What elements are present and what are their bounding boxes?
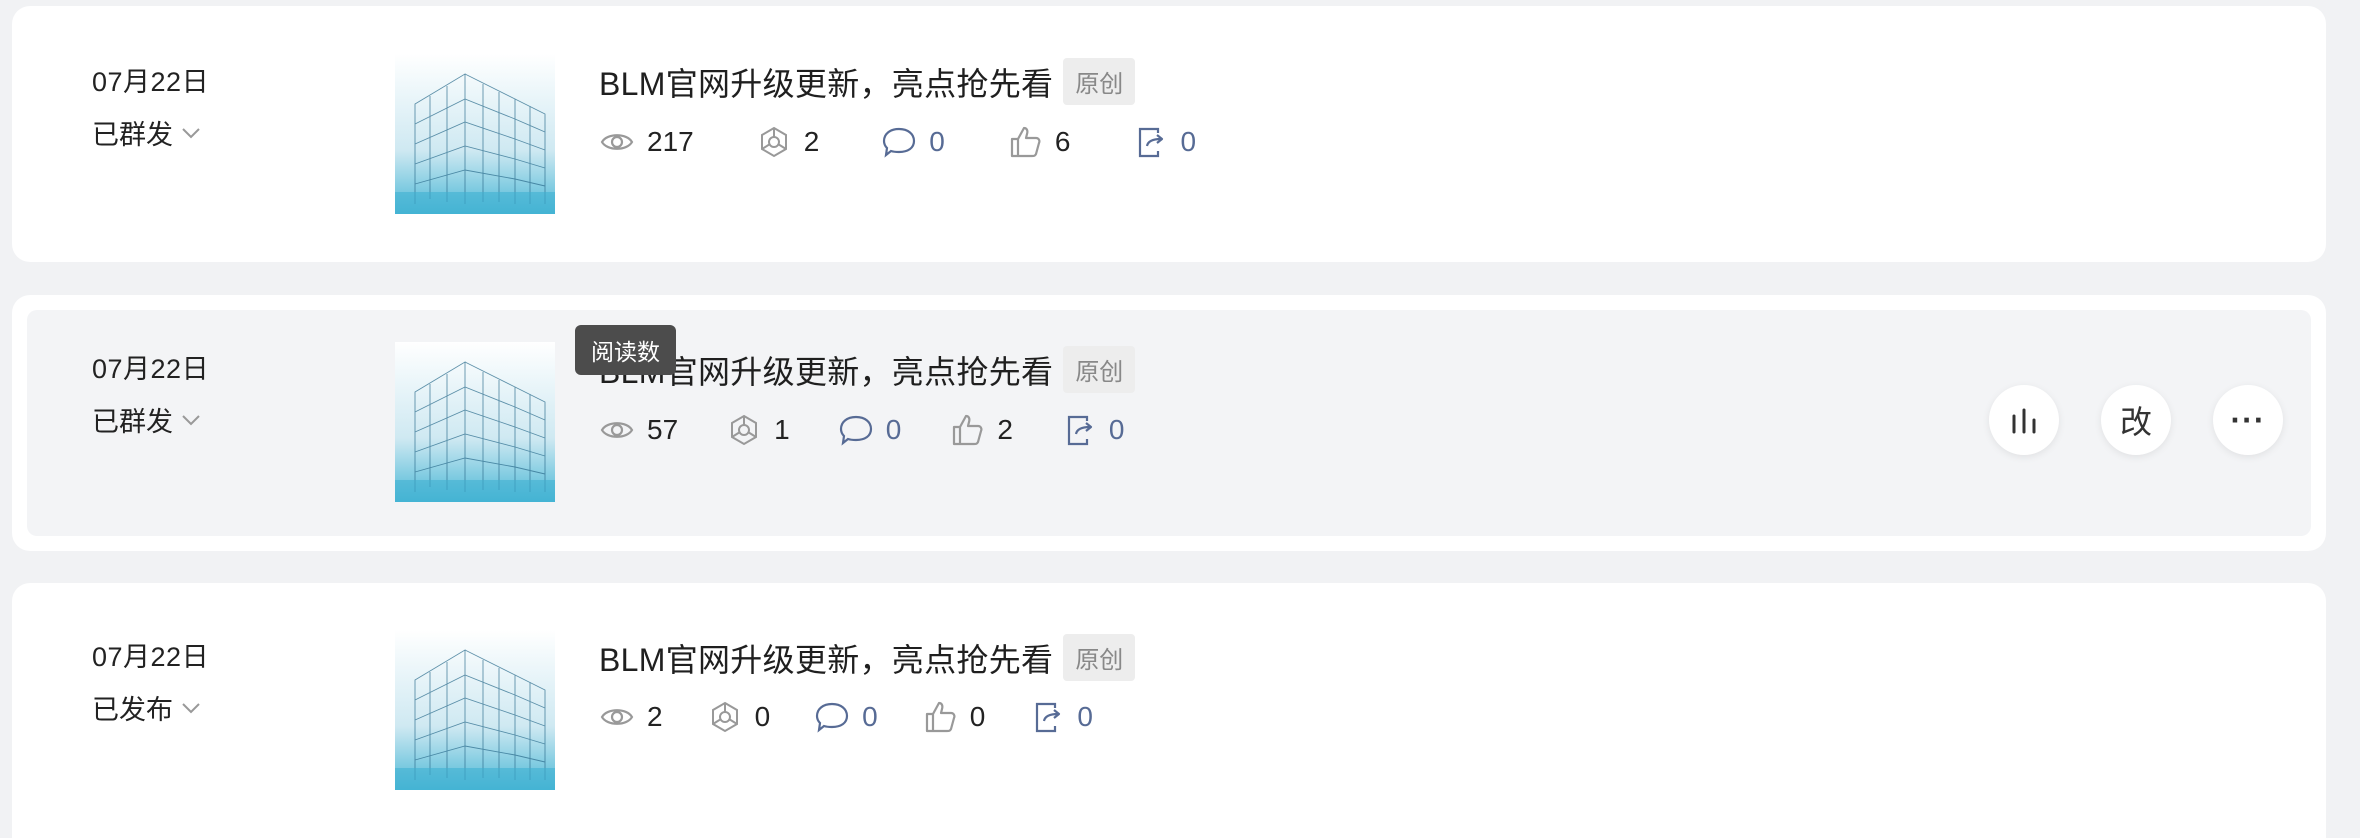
- article-title-row: BLM官网升级更新，亮点抢先看 原创: [599, 634, 1136, 681]
- thumbs-up-icon: [953, 414, 983, 446]
- comment-icon: [816, 702, 849, 733]
- comment-count[interactable]: 0: [814, 699, 878, 735]
- article-stats: 57 1 0 2 0: [599, 412, 1186, 448]
- publish-date: 07月22日: [92, 67, 210, 97]
- status-label: 已群发: [92, 407, 173, 437]
- chevron-down-icon[interactable]: [181, 413, 201, 427]
- eye-icon: [600, 422, 634, 438]
- share-count[interactable]: 2: [756, 124, 819, 160]
- eye-icon: [600, 134, 634, 150]
- publish-date: 07月22日: [92, 354, 210, 384]
- forward-count[interactable]: 0: [1061, 412, 1124, 448]
- data-analysis-button[interactable]: [1989, 385, 2059, 455]
- comment-count[interactable]: 0: [838, 412, 901, 448]
- article-thumbnail[interactable]: [395, 54, 555, 214]
- date-column: 07月22日 已群发: [92, 60, 209, 152]
- chevron-down-icon[interactable]: [181, 701, 201, 715]
- forward-count[interactable]: 0: [1029, 699, 1093, 735]
- article-row[interactable]: 07月22日 已发布 BLM官网升级更新，亮点抢先看 原创 2 0 0 0 0: [12, 583, 2326, 838]
- article-title-row: BLM官网升级更新，亮点抢先看 原创: [599, 58, 1136, 105]
- original-tag: 原创: [1063, 58, 1136, 105]
- share-network-icon: [731, 414, 758, 446]
- share-count[interactable]: 1: [726, 412, 790, 448]
- more-button[interactable]: ···: [2213, 385, 2283, 455]
- thumbs-up-icon: [1010, 126, 1041, 158]
- article-row-hovered[interactable]: 07月22日 已群发 BLM官网升级更新，亮点抢先看 原创 57 1 0 2 0…: [27, 310, 2311, 536]
- article-title[interactable]: BLM官网升级更新，亮点抢先看: [599, 59, 1053, 105]
- article-thumbnail[interactable]: [395, 342, 555, 502]
- article-stats: 2 0 0 0 0: [599, 699, 1155, 735]
- forward-icon: [1036, 702, 1061, 733]
- original-tag: 原创: [1063, 634, 1136, 681]
- date-column: 07月22日 已群发: [92, 347, 209, 439]
- like-count[interactable]: 6: [1007, 124, 1070, 160]
- article-card[interactable]: 07月22日 已群发: [12, 295, 2326, 551]
- chevron-down-icon[interactable]: [181, 126, 201, 140]
- article-card[interactable]: 07月22日 已群发: [12, 6, 2326, 262]
- comment-icon: [839, 415, 872, 446]
- share-count[interactable]: 0: [707, 699, 770, 735]
- comment-icon: [883, 127, 916, 158]
- edit-button[interactable]: 改: [2101, 385, 2171, 455]
- share-network-icon: [711, 701, 738, 733]
- article-stats: 217 2 0 6 0: [599, 124, 1258, 160]
- status-label: 已发布: [92, 695, 173, 725]
- original-tag: 原创: [1063, 346, 1136, 393]
- read-count[interactable]: 57: [599, 412, 678, 448]
- article-thumbnail[interactable]: [395, 630, 555, 790]
- status-label: 已群发: [92, 120, 173, 150]
- building-image: [395, 54, 555, 214]
- publish-status[interactable]: 已发布: [92, 688, 209, 727]
- article-list-page: 07月22日 已群发 BLM官网升级更新，亮点抢先看 原创 217 2 0 6 …: [0, 0, 2360, 838]
- building-image: [395, 630, 555, 790]
- eye-icon: [600, 709, 634, 725]
- forward-count[interactable]: 0: [1132, 124, 1196, 160]
- read-count-tooltip: 阅读数: [575, 325, 676, 375]
- forward-icon: [1067, 415, 1092, 446]
- comment-count[interactable]: 0: [881, 124, 945, 160]
- publish-status[interactable]: 已群发: [92, 113, 209, 152]
- article-card[interactable]: 07月22日 已发布 BLM官网升级更新，亮点抢先看 原创 2 0 0 0 0: [12, 583, 2326, 838]
- article-title-row: BLM官网升级更新，亮点抢先看 原创: [599, 346, 1136, 393]
- publish-status[interactable]: 已群发: [92, 400, 209, 439]
- article-row[interactable]: 07月22日 已群发 BLM官网升级更新，亮点抢先看 原创 217 2 0 6 …: [12, 6, 2326, 262]
- read-count[interactable]: 2: [599, 699, 663, 735]
- read-count[interactable]: 217: [599, 124, 694, 160]
- like-count[interactable]: 2: [949, 412, 1013, 448]
- share-network-icon: [760, 126, 787, 158]
- article-title[interactable]: BLM官网升级更新，亮点抢先看: [599, 635, 1053, 681]
- date-column: 07月22日 已发布: [92, 635, 209, 727]
- like-count[interactable]: 0: [922, 699, 985, 735]
- bar-chart-icon: [2012, 408, 2036, 434]
- publish-date: 07月22日: [92, 642, 210, 672]
- building-image: [395, 342, 555, 502]
- thumbs-up-icon: [925, 701, 956, 733]
- forward-icon: [1139, 127, 1164, 158]
